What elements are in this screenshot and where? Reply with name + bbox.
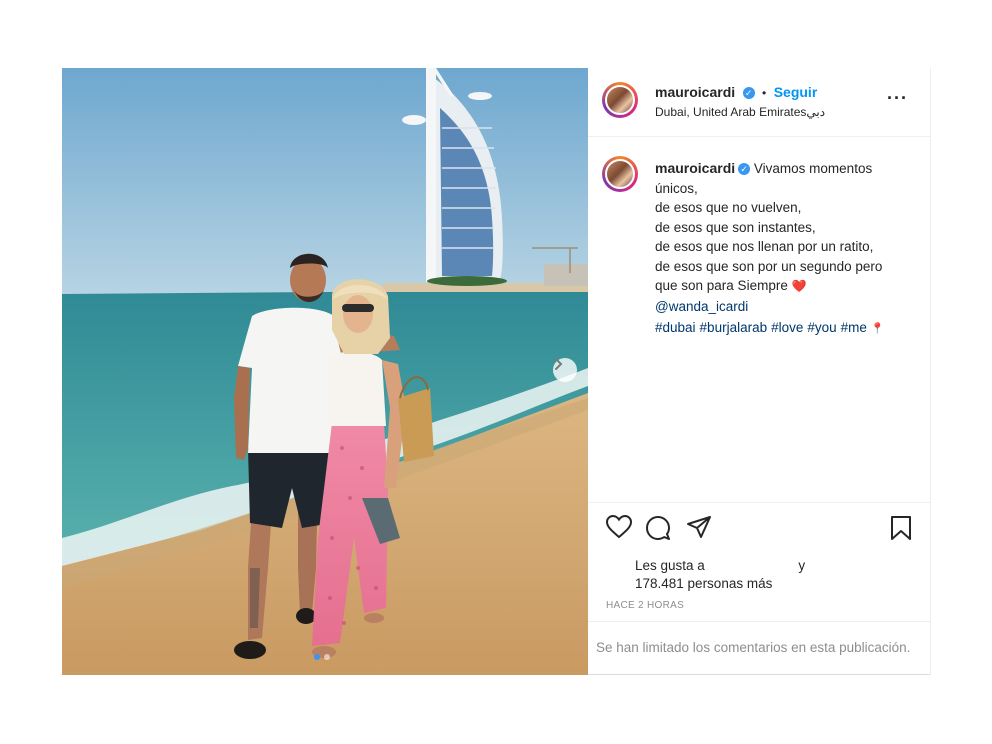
follow-button[interactable]: Seguir: [774, 84, 818, 100]
post-caption: mauroicardi ✓ Vivamos momentos únicos, de…: [655, 159, 917, 316]
header-separator: •: [762, 86, 767, 100]
avatar[interactable]: [602, 82, 638, 118]
post-side-panel: mauroicardi ✓ • Seguir Dubai, United Ara…: [588, 68, 931, 675]
header-username[interactable]: mauroicardi: [655, 84, 735, 100]
bottom-divider: [588, 674, 930, 675]
likes-suffix: y: [798, 558, 806, 573]
hashtag-list: #dubai #burjalarab #love #you #me 📍: [655, 318, 889, 339]
post-header: mauroicardi ✓ • Seguir Dubai, United Ara…: [588, 68, 930, 137]
bookmark-icon[interactable]: [890, 515, 912, 541]
avatar-image: [605, 159, 635, 189]
likes-count[interactable]: 178.481 personas más: [635, 576, 772, 591]
avatar-image: [605, 85, 635, 115]
caption-username[interactable]: mauroicardi: [655, 160, 735, 176]
hashtag-dubai[interactable]: #dubai: [655, 320, 696, 335]
carousel-next-button[interactable]: [553, 358, 577, 382]
hashtag-love[interactable]: #love: [771, 320, 803, 335]
header-user-row: mauroicardi ✓ • Seguir: [655, 84, 817, 102]
paper-plane-icon[interactable]: [686, 515, 712, 539]
liker-name-redacted: [708, 558, 795, 570]
caption-avatar[interactable]: [602, 156, 638, 192]
actions-divider: [588, 502, 930, 503]
post-photo[interactable]: [62, 68, 588, 675]
post-timestamp[interactable]: HACE 2 HORAS: [606, 600, 684, 611]
mention-link[interactable]: @wanda_icardi: [655, 299, 748, 314]
chevron-right-icon: [555, 358, 563, 370]
comments-limited-notice: Se han limitado los comentarios en esta …: [596, 640, 911, 655]
carousel-dot: [324, 654, 330, 660]
more-options-icon[interactable]: ···: [887, 88, 908, 109]
comments-divider: [588, 621, 930, 622]
verified-badge-icon: ✓: [742, 86, 755, 99]
instagram-post: mauroicardi ✓ • Seguir Dubai, United Ara…: [62, 68, 932, 675]
hashtag-me[interactable]: #me: [841, 320, 867, 335]
likes-summary[interactable]: Les gusta a y 178.481 personas más: [635, 557, 805, 593]
heart-outline-icon[interactable]: [606, 515, 632, 539]
comment-icon[interactable]: [645, 515, 671, 541]
carousel-dot-active: [314, 654, 320, 660]
caption-text: Vivamos momentos únicos, de esos que no …: [655, 161, 883, 293]
hashtag-burjalarab[interactable]: #burjalarab: [700, 320, 768, 335]
location-link[interactable]: Dubai, United Arab Emiratesدبي: [655, 105, 825, 119]
likes-prefix: Les gusta a: [635, 558, 705, 573]
beach-photo-illustration: [62, 68, 588, 675]
heart-emoji: ❤️: [791, 279, 807, 293]
carousel-dots: [314, 654, 330, 660]
verified-badge-icon: ✓: [738, 163, 751, 176]
hashtag-you[interactable]: #you: [807, 320, 836, 335]
pin-emoji: 📍: [870, 323, 885, 335]
